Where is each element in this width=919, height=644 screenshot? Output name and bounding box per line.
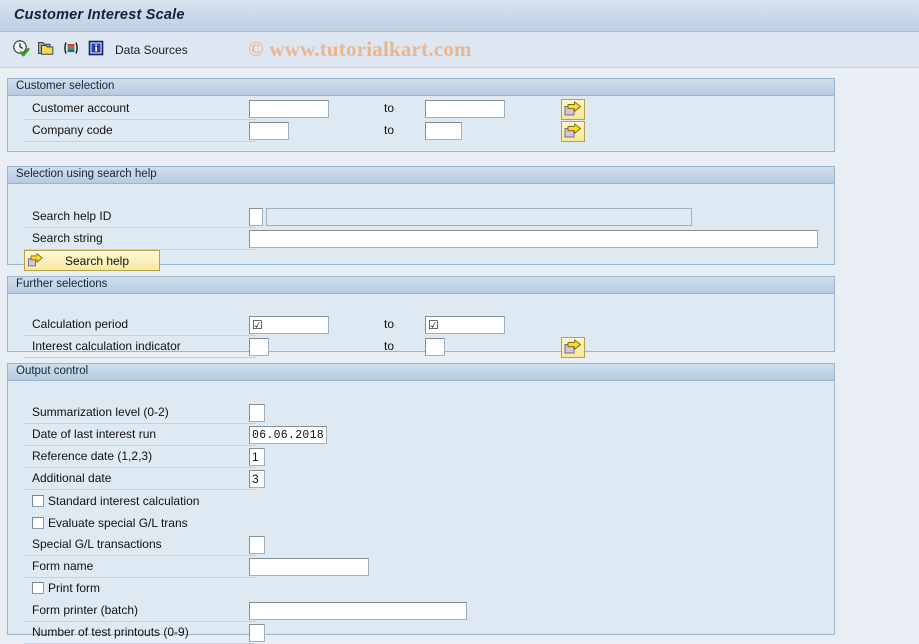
output-control-body: Summarization level (0-2) Date of last i…: [8, 381, 834, 644]
summarization-level-input[interactable]: [249, 404, 265, 422]
toolbar-icon-group: [12, 39, 105, 57]
customer-selection-body: Customer account to Company code to: [8, 96, 834, 151]
form-name-row: Form name: [8, 556, 834, 578]
date-of-last-interest-run-input[interactable]: [249, 426, 327, 444]
special-gl-transactions-label: Special G/L transactions: [32, 537, 162, 551]
row-separator: [24, 489, 256, 490]
company-code-multiple-selection-button[interactable]: [561, 121, 585, 142]
selection-options-icon[interactable]: [62, 39, 80, 57]
interest-calculation-indicator-to-label: to: [384, 339, 395, 353]
arrow-right-icon: [27, 252, 45, 269]
row-separator: [24, 357, 256, 358]
search-help-id-input[interactable]: [249, 208, 263, 226]
execute-clock-icon[interactable]: [12, 39, 30, 57]
customer-account-to-label: to: [384, 101, 395, 115]
application-toolbar: Data Sources © www.tutorialkart.com: [0, 32, 919, 68]
page-title: Customer Interest Scale: [14, 7, 185, 23]
search-help-id-row: Search help ID: [8, 206, 834, 228]
customer-account-row: Customer account to: [8, 98, 834, 120]
calculation-period-from-input[interactable]: [249, 316, 329, 334]
search-string-label: Search string: [32, 231, 103, 245]
watermark-text: © www.tutorialkart.com: [248, 37, 472, 61]
customer-account-to-input[interactable]: [425, 100, 505, 118]
reference-date-label: Reference date (1,2,3): [32, 449, 153, 463]
calculation-period-row: Calculation period ☑ to ☑: [8, 314, 834, 336]
row-separator: [24, 141, 256, 142]
number-of-test-printouts-input[interactable]: [249, 624, 265, 642]
calculation-period-to-label: to: [384, 317, 395, 331]
form-printer-batch-input[interactable]: [249, 602, 467, 620]
interest-calculation-indicator-multiple-selection-button[interactable]: [561, 337, 585, 358]
copy-variant-icon[interactable]: [37, 39, 55, 57]
further-selections-panel: Further selections Calculation period ☑ …: [7, 276, 835, 358]
additional-date-input[interactable]: [249, 470, 265, 488]
window-title-bar: Customer Interest Scale: [0, 0, 919, 32]
company-code-to-label: to: [384, 123, 395, 137]
customer-selection-panel: Customer selection Customer account to C…: [7, 78, 835, 152]
search-help-button-label: Search help: [64, 253, 130, 268]
special-gl-transactions-row: Special G/L transactions: [8, 534, 834, 556]
customer-account-from-input[interactable]: [249, 100, 329, 118]
search-help-title: Selection using search help: [8, 167, 834, 184]
further-selections-body: Calculation period ☑ to ☑ Interest calcu…: [8, 294, 834, 358]
form-printer-batch-row: Form printer (batch): [8, 600, 834, 622]
search-string-row: Search string: [8, 228, 834, 250]
interest-calculation-indicator-label: Interest calculation indicator: [32, 339, 181, 353]
number-of-test-printouts-row: Number of test printouts (0-9): [8, 622, 834, 644]
information-icon[interactable]: [87, 39, 105, 57]
date-of-last-interest-run-row: Date of last interest run: [8, 424, 834, 446]
search-help-button[interactable]: Search help: [24, 250, 160, 271]
date-of-last-interest-run-label: Date of last interest run: [32, 427, 157, 441]
further-selections-title: Further selections: [8, 277, 834, 294]
customer-account-label: Customer account: [32, 101, 130, 115]
summarization-level-label: Summarization level (0-2): [32, 405, 169, 419]
interest-calculation-indicator-from-input[interactable]: [249, 338, 269, 356]
calculation-period-to-input[interactable]: [425, 316, 505, 334]
interest-calculation-indicator-to-input[interactable]: [425, 338, 445, 356]
number-of-test-printouts-label: Number of test printouts (0-9): [32, 625, 189, 639]
customer-account-multiple-selection-button[interactable]: [561, 99, 585, 120]
standard-interest-calculation-checkbox-row[interactable]: Standard interest calculation: [32, 491, 199, 511]
search-help-description-field: [266, 208, 692, 226]
search-string-input[interactable]: [249, 230, 818, 248]
company-code-row: Company code to: [8, 120, 834, 142]
special-gl-transactions-input[interactable]: [249, 536, 265, 554]
additional-date-row: Additional date: [8, 468, 834, 490]
print-form-label: Print form: [48, 581, 101, 595]
output-control-title: Output control: [8, 364, 834, 381]
evaluate-special-gl-trans-checkbox-row[interactable]: Evaluate special G/L trans: [32, 513, 188, 533]
form-name-label: Form name: [32, 559, 94, 573]
additional-date-label: Additional date: [32, 471, 112, 485]
form-printer-batch-label: Form printer (batch): [32, 603, 139, 617]
reference-date-input[interactable]: [249, 448, 265, 466]
output-control-panel: Output control Summarization level (0-2)…: [7, 363, 835, 644]
print-form-checkbox[interactable]: [32, 582, 44, 594]
standard-interest-calculation-checkbox[interactable]: [32, 495, 44, 507]
company-code-from-input[interactable]: [249, 122, 289, 140]
customer-selection-title: Customer selection: [8, 79, 834, 96]
calculation-period-label: Calculation period: [32, 317, 129, 331]
data-sources-label[interactable]: Data Sources: [115, 43, 188, 57]
summarization-level-row: Summarization level (0-2): [8, 402, 834, 424]
evaluate-special-gl-trans-label: Evaluate special G/L trans: [48, 516, 188, 530]
form-name-input[interactable]: [249, 558, 369, 576]
company-code-label: Company code: [32, 123, 113, 137]
interest-calculation-indicator-row: Interest calculation indicator to: [8, 336, 834, 358]
company-code-to-input[interactable]: [425, 122, 462, 140]
standard-interest-calculation-label: Standard interest calculation: [48, 494, 200, 508]
search-help-panel: Selection using search help Search help …: [7, 166, 835, 271]
reference-date-row: Reference date (1,2,3): [8, 446, 834, 468]
evaluate-special-gl-trans-checkbox[interactable]: [32, 517, 44, 529]
print-form-checkbox-row[interactable]: Print form: [32, 578, 100, 598]
search-help-id-label: Search help ID: [32, 209, 112, 223]
search-help-body: Search help ID Search string Search help: [8, 184, 834, 271]
